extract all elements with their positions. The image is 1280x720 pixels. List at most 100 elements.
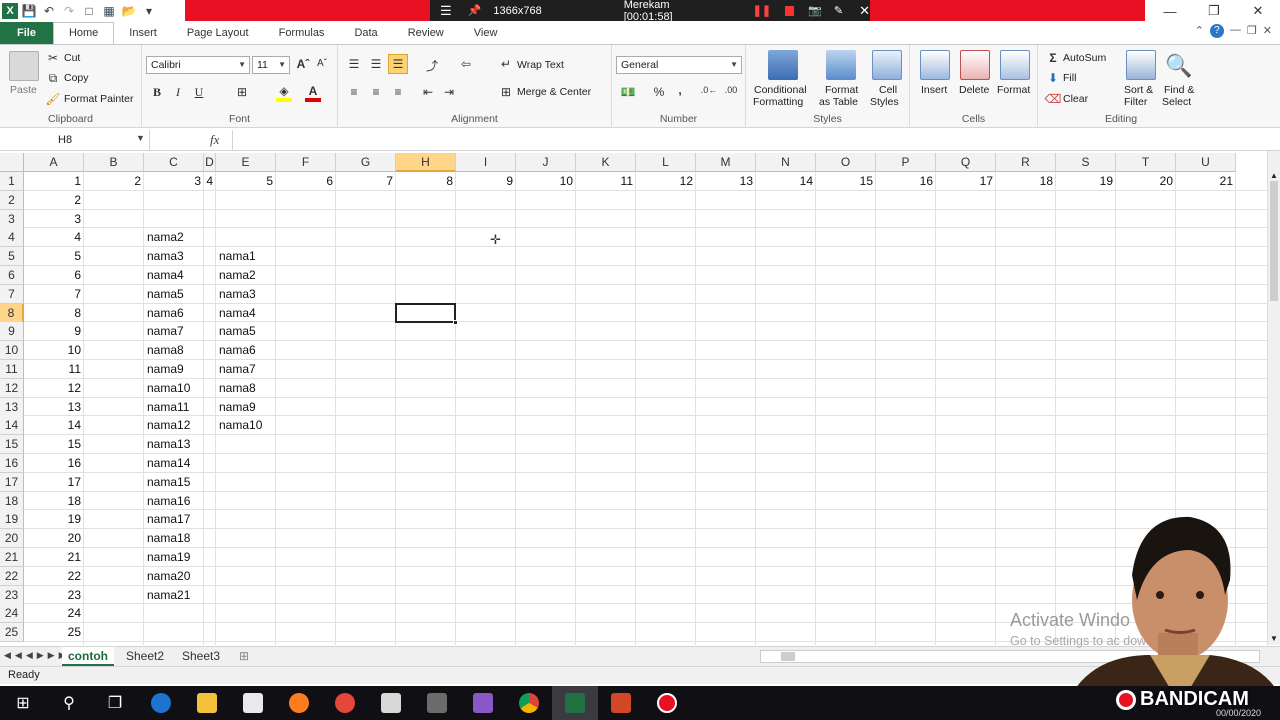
insert-cells-icon[interactable] <box>920 50 950 80</box>
cell-a13[interactable]: 13 <box>24 398 84 417</box>
app-usb-icon[interactable] <box>368 686 414 720</box>
sheet-tab-sheet3[interactable]: Sheet3 <box>176 647 226 666</box>
pause-icon[interactable]: ❚❚ <box>753 4 771 17</box>
column-header-q[interactable]: Q <box>936 153 996 172</box>
cell-a9[interactable]: 9 <box>24 322 84 341</box>
wb-minimize-icon[interactable]: — <box>1230 24 1241 38</box>
store-icon[interactable] <box>230 686 276 720</box>
cell-a15[interactable]: 15 <box>24 435 84 454</box>
cell-q1[interactable]: 17 <box>936 172 996 191</box>
cell-styles-line2[interactable]: Styles <box>870 96 899 108</box>
cell-a12[interactable]: 12 <box>24 379 84 398</box>
minimize-icon[interactable]: — <box>1148 0 1192 22</box>
column-header-i[interactable]: I <box>456 153 516 172</box>
print-preview-icon[interactable]: ▦ <box>100 2 118 20</box>
open-icon[interactable]: 📂 <box>120 2 138 20</box>
clear-button[interactable]: Clear <box>1063 93 1088 105</box>
copy-button[interactable]: Copy <box>64 72 89 84</box>
cell-a4[interactable]: 4 <box>24 228 84 247</box>
cell-t1[interactable]: 20 <box>1116 172 1176 191</box>
row-header-6[interactable]: 6 <box>0 266 24 285</box>
stop-icon[interactable] <box>785 5 795 16</box>
cell-c21[interactable]: nama19 <box>144 548 224 567</box>
scroll-up-icon[interactable]: ▲ <box>1268 171 1280 180</box>
cell-a11[interactable]: 11 <box>24 360 84 379</box>
fill-button[interactable]: Fill <box>1063 72 1076 84</box>
cell-b1[interactable]: 2 <box>84 172 144 191</box>
cell-c9[interactable]: nama7 <box>144 322 224 341</box>
border-icon[interactable]: ⊞ <box>234 85 250 99</box>
row-header-7[interactable]: 7 <box>0 284 24 304</box>
currency-icon[interactable]: 💵 <box>618 85 638 99</box>
italic-button[interactable]: I <box>171 85 185 100</box>
cell-r1[interactable]: 18 <box>996 172 1056 191</box>
conditional-formatting-icon[interactable] <box>768 50 798 80</box>
name-box[interactable]: H8 <box>0 130 150 150</box>
find-select-line2[interactable]: Select <box>1162 96 1191 108</box>
decrease-decimal-icon[interactable]: .00 <box>722 85 740 95</box>
undo-icon[interactable]: ↶ <box>40 2 58 20</box>
column-header-a[interactable]: A <box>24 153 84 172</box>
cell-c14[interactable]: nama12 <box>144 416 224 435</box>
row-header-14[interactable]: 14 <box>0 416 24 436</box>
window-close-icon[interactable]: ✕ <box>1236 0 1280 22</box>
row-header-10[interactable]: 10 <box>0 341 24 361</box>
record-icon[interactable] <box>644 686 690 720</box>
orientation-icon[interactable]: ⤴ <box>422 57 442 74</box>
column-header-l[interactable]: L <box>636 153 696 172</box>
font-name-select[interactable]: Calibri ▼ <box>146 56 250 74</box>
cell-h1[interactable]: 8 <box>396 172 456 191</box>
copy-icon[interactable]: ⧉ <box>46 71 60 85</box>
align-top-icon[interactable]: ☰ <box>346 57 362 71</box>
tab-review[interactable]: Review <box>393 23 459 44</box>
cell-a20[interactable]: 20 <box>24 529 84 548</box>
cell-a24[interactable]: 24 <box>24 604 84 623</box>
find-select-icon[interactable]: 🔍 <box>1164 51 1194 81</box>
underline-button[interactable]: U <box>192 85 206 100</box>
cell-styles-line1[interactable]: Cell <box>879 84 897 96</box>
sheet-tab-sheet2[interactable]: Sheet2 <box>118 647 172 666</box>
cell-c20[interactable]: nama18 <box>144 529 224 548</box>
row-header-9[interactable]: 9 <box>0 322 24 342</box>
conditional-formatting-line1[interactable]: Conditional <box>754 84 807 96</box>
sort-filter-line1[interactable]: Sort & <box>1124 84 1153 96</box>
wb-restore-icon[interactable]: ❐ <box>1247 24 1257 38</box>
row-header-20[interactable]: 20 <box>0 529 24 549</box>
task-view-icon[interactable]: ❐ <box>92 686 138 720</box>
cut-button[interactable]: Cut <box>64 52 80 64</box>
row-header-25[interactable]: 25 <box>0 623 24 643</box>
name-box-dropdown-icon[interactable]: ▼ <box>136 133 145 143</box>
merge-center-button[interactable]: Merge & Center <box>517 86 591 98</box>
grow-font-icon[interactable]: Aˆ <box>295 57 311 71</box>
tab-data[interactable]: Data <box>339 23 392 44</box>
cell-c11[interactable]: nama9 <box>144 360 224 379</box>
scroll-thumb[interactable] <box>1270 181 1278 301</box>
row-header-16[interactable]: 16 <box>0 454 24 473</box>
merge-center-icon[interactable]: ⊞ <box>498 85 514 99</box>
edge-icon[interactable] <box>138 686 184 720</box>
tab-view[interactable]: View <box>459 23 513 44</box>
chrome-icon[interactable] <box>506 686 552 720</box>
app-window-icon[interactable] <box>414 686 460 720</box>
column-header-f[interactable]: F <box>276 153 336 172</box>
row-header-12[interactable]: 12 <box>0 378 24 398</box>
help-icon[interactable]: ? <box>1209 24 1224 38</box>
cell-j1[interactable]: 10 <box>516 172 576 191</box>
autosum-button[interactable]: AutoSum <box>1063 52 1106 64</box>
insert-function-button[interactable]: fx <box>210 130 230 150</box>
new-file-icon[interactable]: □ <box>80 2 98 20</box>
cell-a8[interactable]: 8 <box>24 304 84 323</box>
cell-c18[interactable]: nama16 <box>144 492 224 511</box>
autosum-icon[interactable]: Σ <box>1046 51 1060 65</box>
font-color-icon[interactable]: A <box>305 84 321 102</box>
cell-a16[interactable]: 16 <box>24 454 84 473</box>
format-cells-icon[interactable] <box>1000 50 1030 80</box>
cell-m1[interactable]: 13 <box>696 172 756 191</box>
windows-start-icon[interactable]: ⊞ <box>0 686 46 720</box>
cell-e9[interactable]: nama5 <box>216 322 296 341</box>
fill-handle[interactable] <box>453 320 458 326</box>
cell-a19[interactable]: 19 <box>24 510 84 529</box>
format-as-table-line1[interactable]: Format <box>825 84 858 96</box>
cell-e6[interactable]: nama2 <box>216 266 296 285</box>
column-header-u[interactable]: U <box>1176 153 1236 172</box>
